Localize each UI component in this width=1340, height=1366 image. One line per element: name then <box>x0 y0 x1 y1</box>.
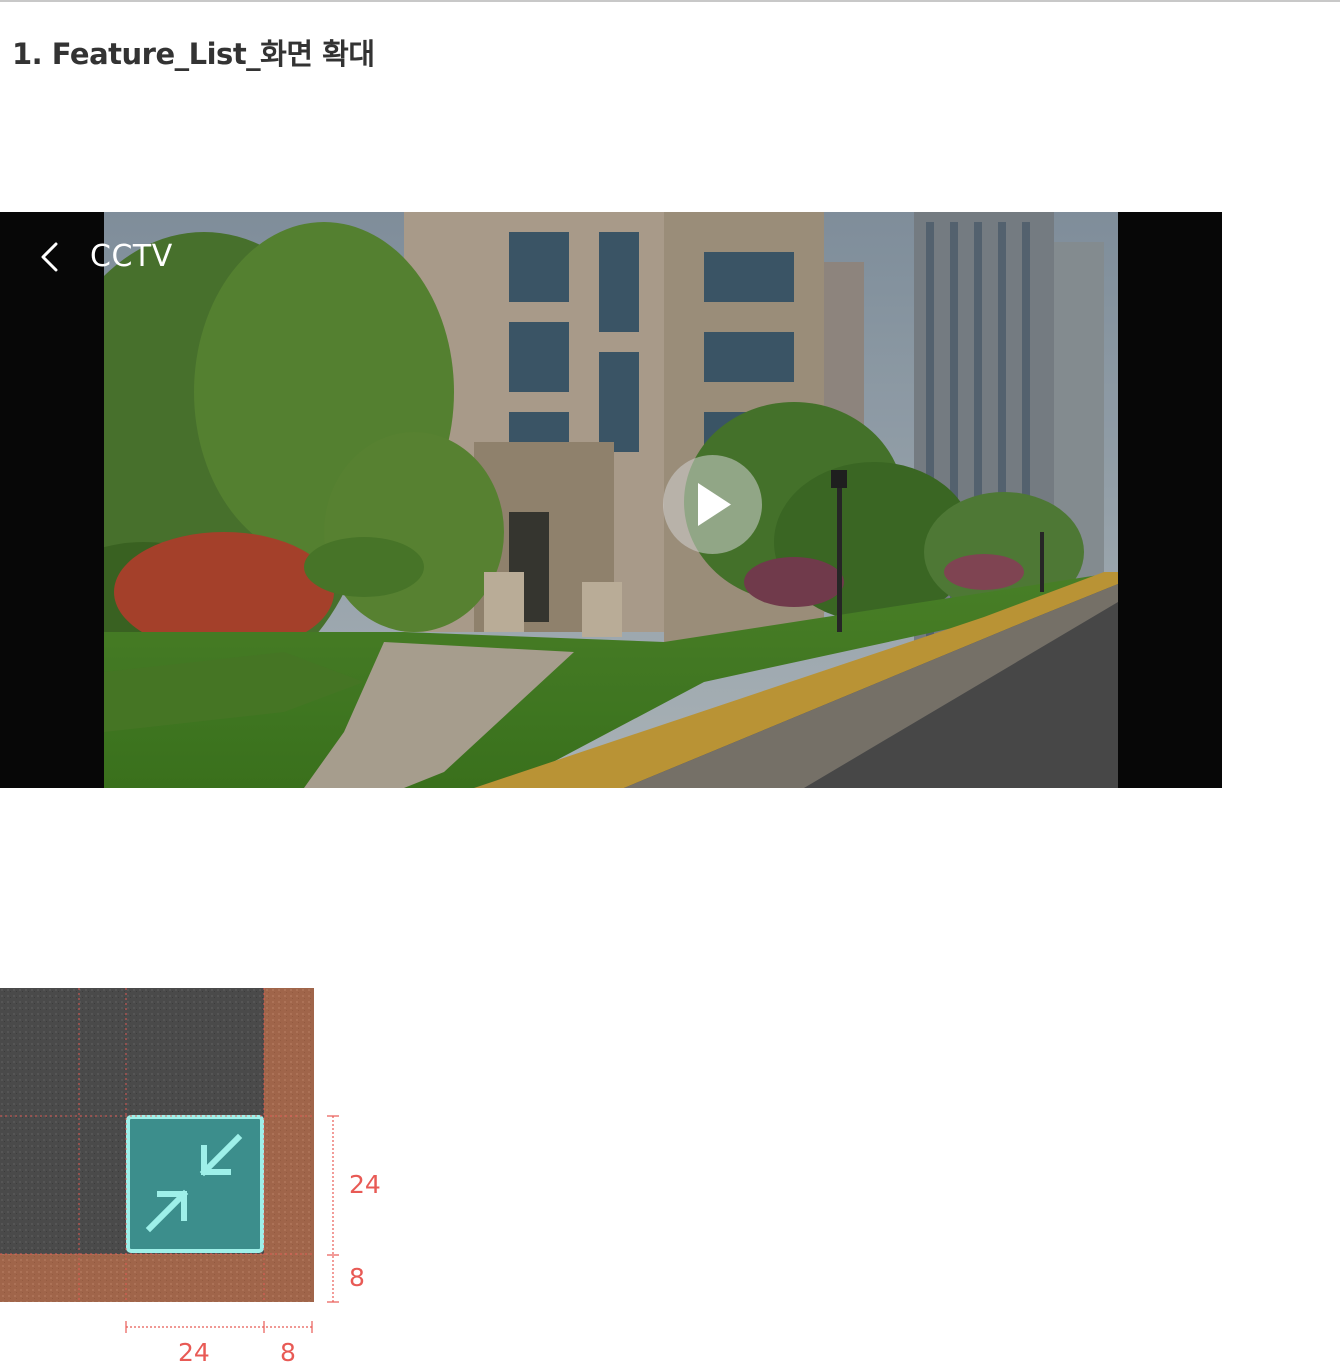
chevron-left-icon <box>41 242 58 272</box>
right-margin-label: 8 <box>280 1338 296 1366</box>
collapse-button-spec-zoom <box>0 988 314 1302</box>
camera-title: CCTV <box>90 239 173 274</box>
button-width-label: 24 <box>178 1338 210 1366</box>
back-button[interactable] <box>36 240 64 274</box>
play-icon <box>698 483 731 526</box>
top-divider <box>0 0 1340 2</box>
bottom-margin-label: 8 <box>349 1263 365 1292</box>
video-feed[interactable]: A <box>104 212 1118 788</box>
cctv-player: A CCTV <box>0 212 1222 788</box>
video-frame-image <box>104 212 1118 788</box>
play-button[interactable] <box>663 455 762 554</box>
button-height-label: 24 <box>349 1170 381 1199</box>
section-title: 1. Feature_List_화면 확대 <box>12 37 375 71</box>
